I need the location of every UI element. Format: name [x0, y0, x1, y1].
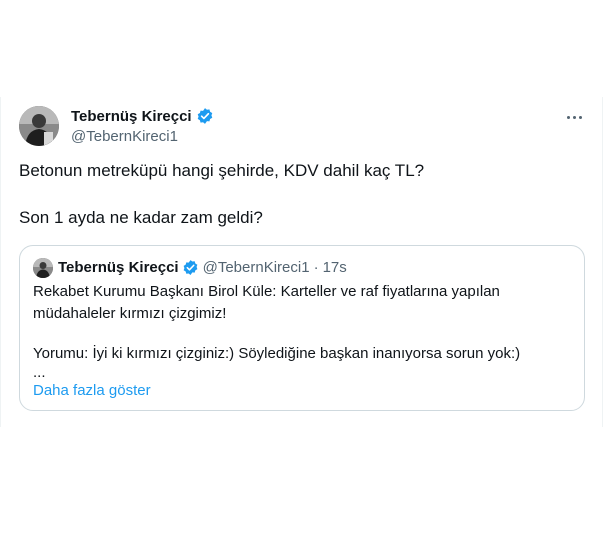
tweet[interactable]: Tebernüş Kireçci @TebernKireci1 Betonun …: [0, 97, 603, 427]
quoted-author-avatar[interactable]: [33, 258, 53, 278]
quoted-text-line-1: Rekabet Kurumu Başkanı Birol Küle: Karte…: [33, 283, 500, 300]
show-more-link[interactable]: Daha fazla göster: [33, 382, 151, 399]
tweet-text-line-2: Son 1 ayda ne kadar zam geldi?: [19, 208, 263, 227]
separator-dot: ·: [313, 259, 319, 276]
more-options-icon[interactable]: [563, 107, 585, 127]
author-avatar[interactable]: [19, 106, 59, 146]
quoted-timestamp[interactable]: 17s: [323, 259, 347, 276]
quoted-tweet[interactable]: Tebernüş Kireçci @TebernKireci1 · 17s Re…: [19, 245, 585, 411]
verified-badge-icon[interactable]: [182, 259, 199, 276]
author-name[interactable]: Tebernüş Kireçci: [71, 108, 192, 125]
tweet-text-line-1: Betonun metreküpü hangi şehirde, KDV dah…: [19, 161, 425, 180]
verified-badge-icon[interactable]: [196, 107, 214, 125]
quoted-text-line-2: müdahaleler kırmızı çizgimiz!: [33, 305, 227, 322]
quoted-text-line-3: Yorumu: İyi ki kırmızı çizginiz:) Söyled…: [33, 345, 521, 362]
quoted-text-ellipsis: ...: [33, 364, 46, 381]
author-handle[interactable]: @TebernKireci1: [71, 128, 178, 145]
quoted-author-handle[interactable]: @TebernKireci1: [203, 259, 310, 276]
quoted-author-name[interactable]: Tebernüş Kireçci: [58, 259, 179, 276]
